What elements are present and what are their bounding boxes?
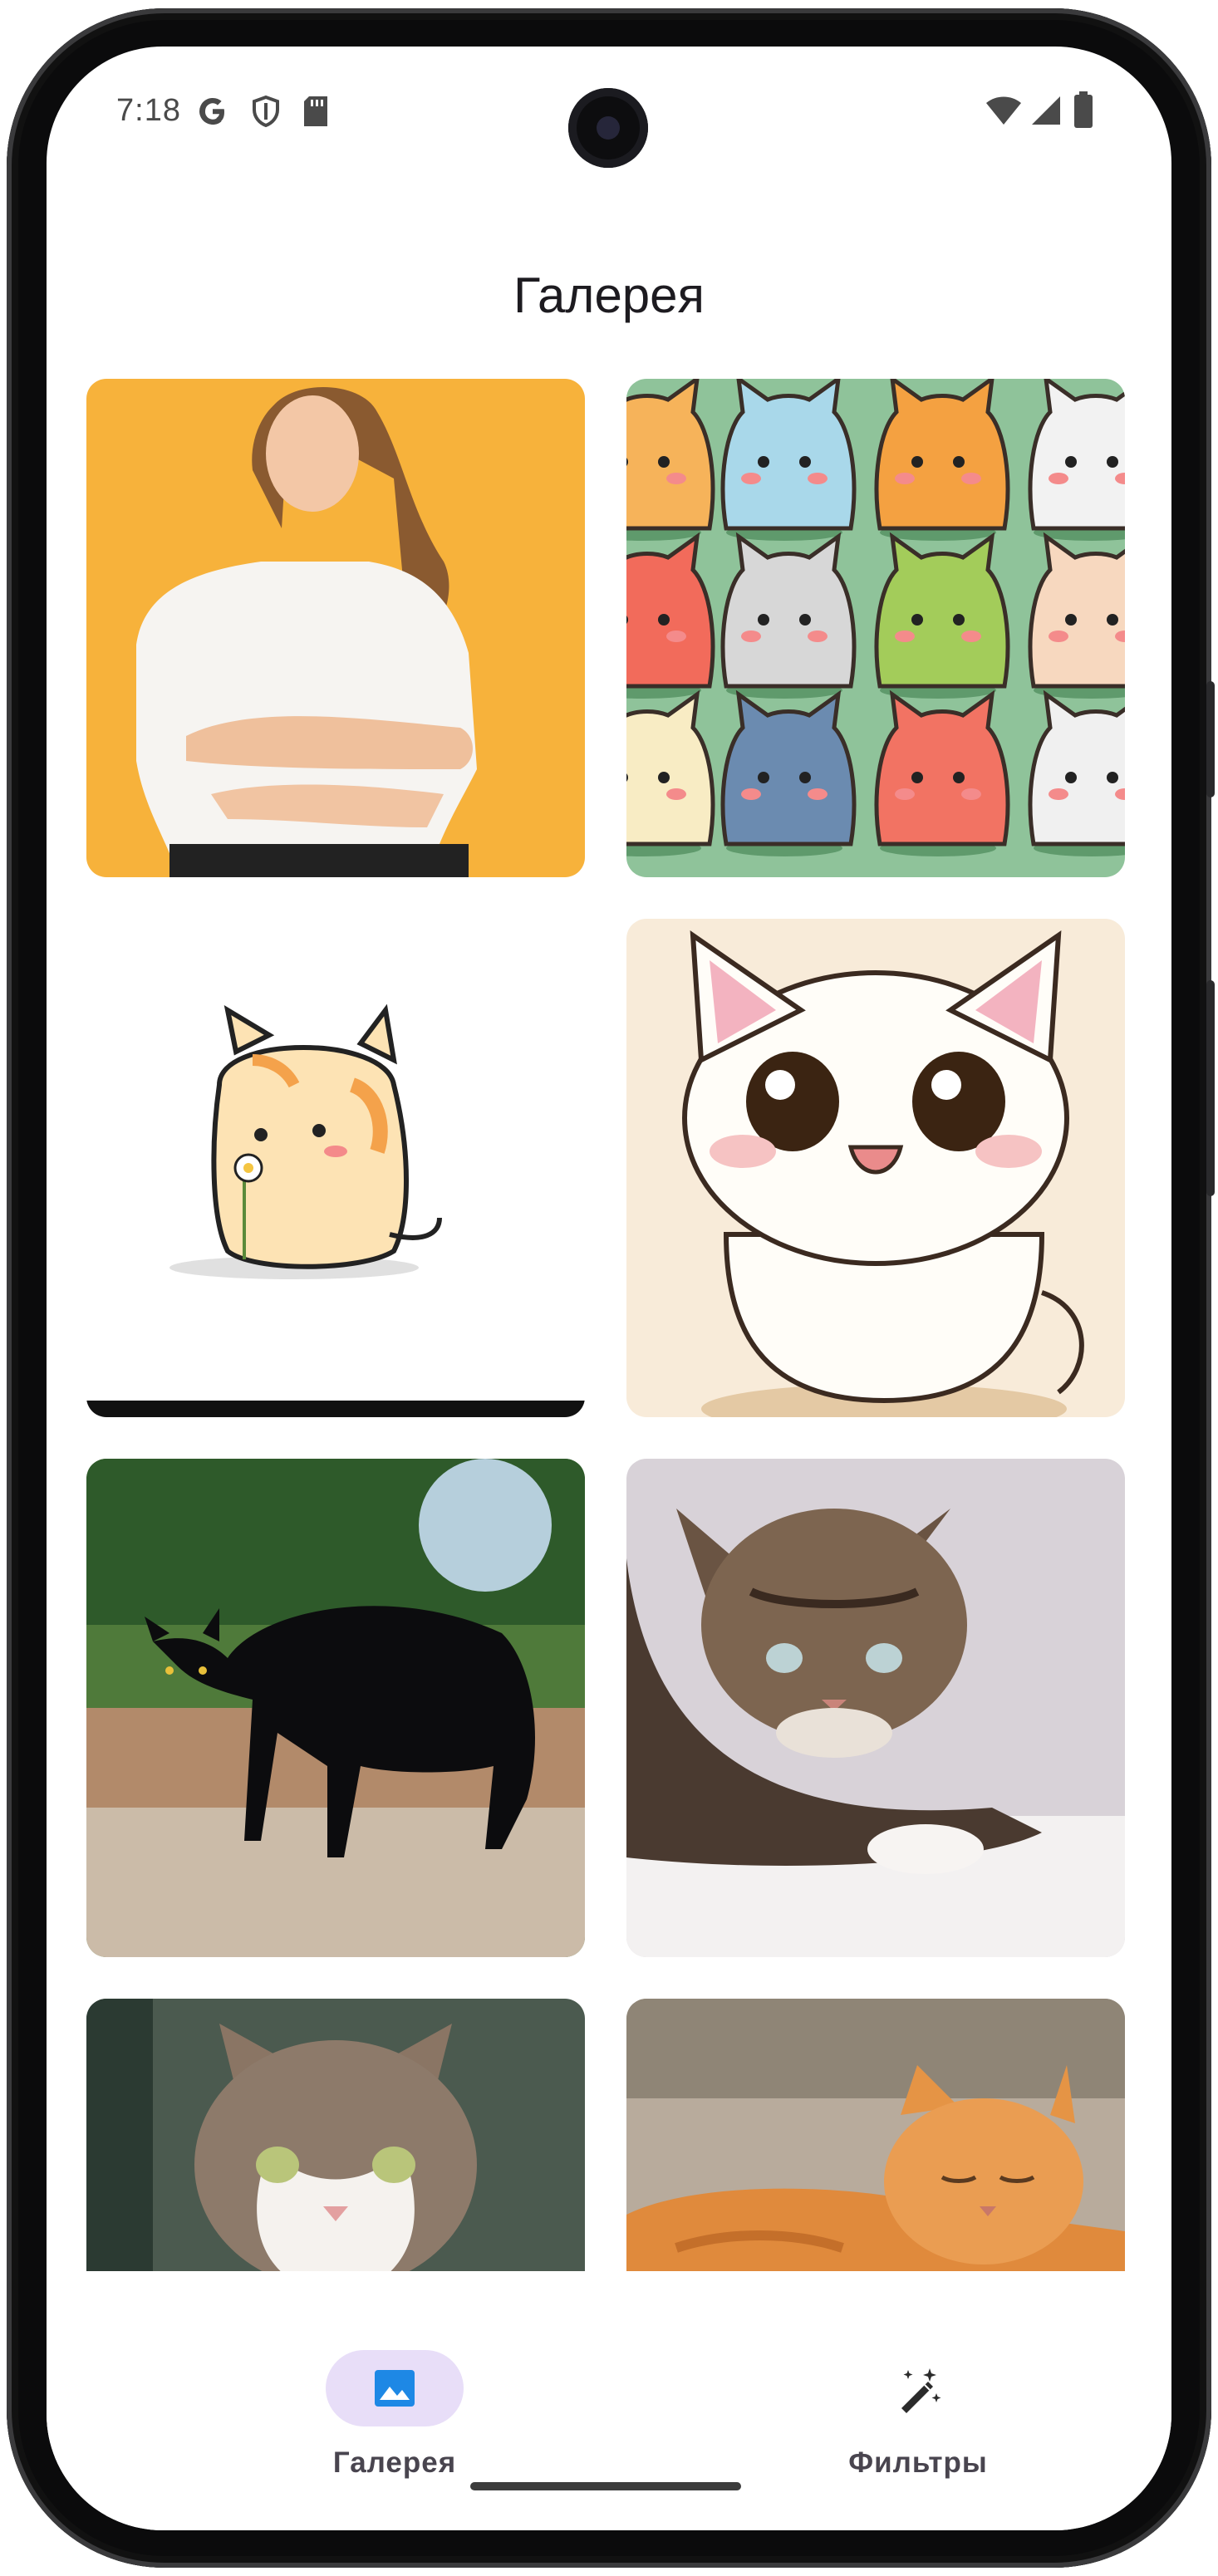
power-button	[1206, 980, 1215, 1196]
nav-label-gallery: Галерея	[332, 2446, 457, 2479]
magic-wand-icon	[901, 2368, 941, 2413]
gallery-image[interactable]	[626, 919, 1125, 1417]
orange-cat-photo	[626, 1999, 1125, 2271]
cartoon-cat	[874, 379, 1010, 541]
tabby-kitten-photo	[626, 1459, 1125, 1957]
gallery-image[interactable]	[626, 1459, 1125, 1957]
shield-icon	[253, 95, 279, 128]
status-time: 7:18	[116, 93, 181, 128]
gallery-image[interactable]	[626, 379, 1125, 877]
gallery-image[interactable]	[626, 1999, 1125, 2271]
battery-icon	[1074, 91, 1093, 128]
bottom-navigation: Галерея Фильтры	[47, 2271, 1171, 2530]
sd-card-icon	[304, 96, 327, 126]
google-g-icon	[199, 98, 224, 125]
volume-button	[1206, 681, 1215, 797]
gallery-image[interactable]	[86, 1999, 585, 2271]
nav-label-filters: Фильтры	[848, 2446, 988, 2479]
gallery-grid	[86, 379, 1133, 2271]
cartoon-white-kitten	[626, 919, 1125, 1417]
gallery-image[interactable]	[86, 1459, 585, 1957]
gallery-image[interactable]	[86, 379, 585, 877]
nav-tab-gallery[interactable]: Галерея	[254, 2350, 535, 2479]
image-icon	[375, 2370, 415, 2407]
nav-tab-filters[interactable]: Фильтры	[778, 2350, 1058, 2479]
gallery-image[interactable]	[86, 919, 585, 1417]
cartoon-orange-cat	[86, 919, 585, 1417]
status-bar: 7:18	[47, 47, 1171, 171]
cartoon-cat	[720, 689, 857, 856]
page-title: Галерея	[513, 267, 705, 323]
nav-active-indicator	[326, 2350, 464, 2426]
cartoon-cat	[874, 532, 1010, 699]
tabby-white-cat-photo	[86, 1999, 585, 2271]
cartoon-cat	[720, 379, 857, 541]
cartoon-cats-grid	[626, 379, 1125, 877]
cartoon-cat	[720, 532, 857, 699]
woman-photo	[86, 379, 585, 877]
wifi-icon	[986, 96, 1021, 125]
signal-icon	[1032, 96, 1060, 125]
front-camera	[568, 88, 648, 168]
screen: 7:18 Галерея Галерея Фильтры	[47, 47, 1171, 2530]
cartoon-cat	[874, 689, 1010, 856]
nav-inactive-indicator	[849, 2350, 987, 2426]
home-indicator[interactable]	[470, 2482, 741, 2490]
black-cat-photo	[86, 1459, 585, 1957]
